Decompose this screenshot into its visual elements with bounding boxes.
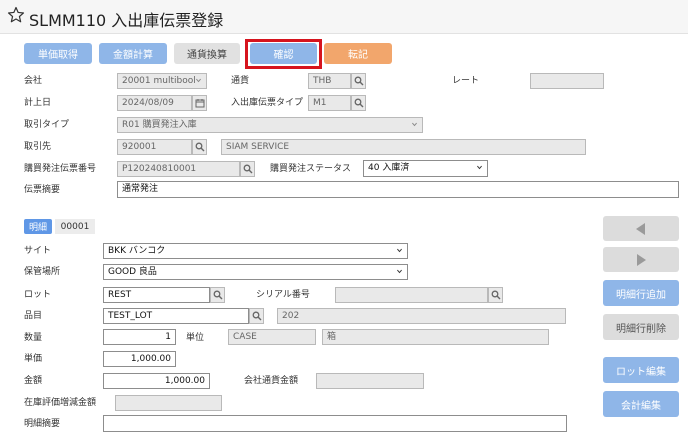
serial-field[interactable] [335, 287, 488, 303]
currency-convert-button[interactable]: 通貨換算 [174, 43, 240, 64]
post-button[interactable]: 転記 [324, 43, 392, 64]
site-select[interactable]: BKK バンコク [103, 243, 408, 259]
search-icon [195, 142, 204, 152]
po-number-field[interactable]: P120240810001 [117, 161, 240, 177]
po-number-label: 購買発注伝票番号 [24, 164, 97, 174]
partner-name-field: SIAM SERVICE [221, 139, 586, 155]
calendar-button[interactable] [192, 95, 207, 111]
search-icon [213, 290, 222, 300]
currency-label: 通貨 [231, 76, 250, 86]
item-input[interactable]: TEST_LOT [103, 308, 249, 324]
unit-field: CASE [228, 329, 316, 345]
next-line-button[interactable] [603, 247, 679, 272]
detail-line-number: 00001 [55, 219, 95, 234]
posting-date-label: 計上日 [24, 98, 52, 108]
location-label: 保管場所 [24, 267, 61, 277]
line-memo-label: 明細摘要 [24, 419, 61, 429]
chevron-down-icon [477, 165, 482, 170]
prev-line-button[interactable] [603, 216, 679, 241]
item-search-button[interactable] [249, 308, 264, 324]
triangle-right-icon [637, 253, 646, 266]
slip-type-field[interactable]: M1 [308, 95, 351, 111]
favorite-star-icon[interactable] [7, 6, 25, 24]
amount-label: 金額 [24, 376, 43, 386]
valuation-label: 在庫評価増減金額 [24, 398, 97, 408]
chevron-down-icon [412, 122, 417, 127]
triangle-left-icon [636, 222, 645, 235]
po-search-button[interactable] [240, 161, 255, 177]
lot-search-button[interactable] [210, 287, 225, 303]
partner-search-button[interactable] [192, 139, 207, 155]
site-value: BKK バンコク [108, 246, 166, 256]
search-icon [354, 98, 363, 108]
company-select[interactable]: 20001 multibool [117, 73, 207, 89]
chevron-down-icon [196, 78, 201, 83]
txn-type-select[interactable]: R01 購買発注入庫 [117, 117, 423, 133]
tab-detail[interactable]: 明細 [24, 219, 52, 234]
serial-search-button[interactable] [488, 287, 503, 303]
search-icon [243, 164, 252, 174]
chevron-down-icon [397, 248, 402, 253]
search-icon [491, 290, 500, 300]
po-status-label: 購買発注ステータス [270, 164, 352, 174]
site-label: サイト [24, 246, 52, 256]
txn-type-label: 取引タイプ [24, 120, 70, 130]
location-value: GOOD 良品 [108, 267, 157, 277]
serial-label: シリアル番号 [256, 290, 310, 300]
unit-price-button[interactable]: 単価取得 [24, 43, 92, 64]
valuation-field [115, 395, 222, 411]
amount-calc-button[interactable]: 金額計算 [99, 43, 167, 64]
posting-date-field[interactable]: 2024/08/09 [117, 95, 192, 111]
currency-search-button[interactable] [351, 73, 366, 89]
partner-label: 取引先 [24, 142, 52, 152]
quantity-input[interactable]: 1 [103, 329, 176, 345]
search-icon [354, 76, 363, 86]
po-status-value: 40 入庫済 [368, 163, 410, 173]
accounting-edit-button[interactable]: 会計編集 [603, 391, 679, 417]
slip-type-search-button[interactable] [351, 95, 366, 111]
company-value: 20001 multibool [122, 76, 196, 86]
currency-field[interactable]: THB [308, 73, 351, 89]
page-title: SLMM110 入出庫伝票登録 [29, 11, 224, 30]
txn-type-value: R01 購買発注入庫 [122, 120, 197, 130]
line-memo-input[interactable] [103, 415, 567, 432]
rate-label: レート [452, 76, 480, 86]
location-select[interactable]: GOOD 良品 [103, 264, 408, 280]
rate-field[interactable] [530, 73, 604, 89]
price-input[interactable]: 1,000.00 [103, 351, 176, 367]
confirm-button[interactable]: 確認 [250, 43, 317, 64]
company-amount-label: 会社通貨金額 [244, 376, 299, 386]
lot-label: ロット [24, 290, 52, 300]
lot-input[interactable]: REST [103, 287, 210, 303]
amount-input[interactable]: 1,000.00 [103, 373, 210, 389]
company-amount-field [316, 373, 424, 389]
search-icon [252, 311, 261, 321]
item-name-field: 202 [277, 308, 566, 324]
lot-edit-button[interactable]: ロット編集 [603, 357, 679, 383]
price-label: 単価 [24, 354, 43, 364]
memo-label: 伝票摘要 [24, 185, 61, 195]
slip-type-label: 入出庫伝票タイプ [231, 98, 304, 108]
quantity-label: 数量 [24, 333, 43, 343]
delete-line-button[interactable]: 明細行削除 [603, 314, 679, 340]
add-line-button[interactable]: 明細行追加 [603, 280, 679, 306]
company-label: 会社 [24, 76, 43, 86]
po-status-select[interactable]: 40 入庫済 [363, 160, 488, 177]
memo-input[interactable]: 通常発注 [117, 181, 679, 198]
chevron-down-icon [397, 269, 402, 274]
partner-code-field[interactable]: 920001 [117, 139, 192, 155]
item-label: 品目 [24, 311, 43, 321]
unit-name-field: 箱 [322, 329, 549, 345]
calendar-icon [195, 99, 204, 108]
unit-label: 単位 [186, 333, 205, 343]
